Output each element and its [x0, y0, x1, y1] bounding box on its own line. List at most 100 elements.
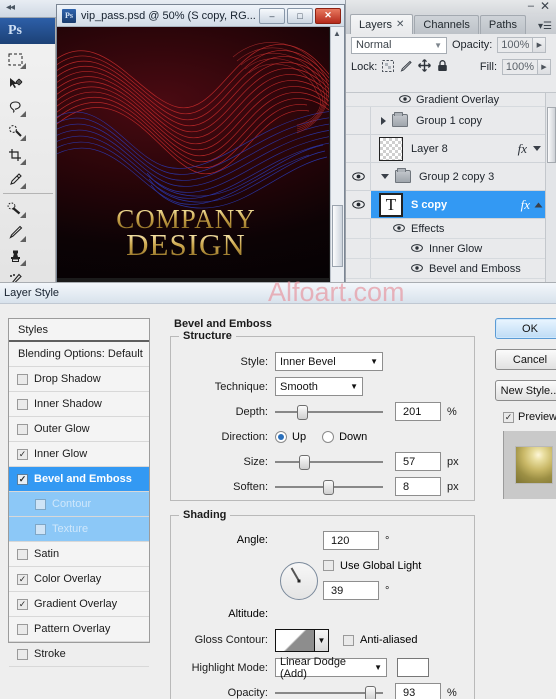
eye-icon[interactable]: [393, 223, 405, 235]
tab-channels[interactable]: Channels: [414, 15, 479, 34]
style-color-overlay[interactable]: Color Overlay: [9, 567, 149, 592]
style-stroke[interactable]: Stroke: [9, 642, 149, 667]
chevron-up-icon[interactable]: [534, 202, 543, 207]
fx-icon[interactable]: fx: [518, 141, 527, 157]
list-item[interactable]: Bevel and Emboss: [346, 259, 556, 279]
layer-visibility-toggle[interactable]: [346, 93, 371, 106]
cancel-button[interactable]: Cancel: [495, 349, 556, 370]
direction-down-radio[interactable]: [322, 430, 335, 443]
close-button[interactable]: ✕: [315, 7, 341, 24]
tab-paths[interactable]: Paths: [479, 15, 527, 34]
color-overlay-checkbox[interactable]: [17, 573, 28, 585]
angle-value[interactable]: 120: [323, 531, 379, 550]
maximize-button[interactable]: □: [287, 7, 313, 24]
style-contour[interactable]: Contour: [9, 492, 149, 517]
style-drop-shadow[interactable]: Drop Shadow: [9, 367, 149, 392]
global-light-row[interactable]: Use Global Light: [323, 553, 466, 578]
soften-slider[interactable]: [275, 478, 383, 496]
table-row-selected[interactable]: T S copy fx: [346, 191, 556, 219]
technique-select[interactable]: Smooth ▼: [275, 377, 363, 396]
spot-healing-brush-tool[interactable]: [2, 196, 28, 220]
eyedropper-tool[interactable]: [2, 167, 28, 191]
list-item[interactable]: Inner Glow: [346, 239, 556, 259]
layer-visibility-toggle[interactable]: [346, 107, 371, 134]
soften-value[interactable]: 8: [395, 477, 441, 496]
outer-glow-checkbox[interactable]: [17, 423, 28, 435]
eye-icon[interactable]: [411, 263, 423, 275]
stroke-checkbox[interactable]: [17, 648, 28, 660]
fx-icon[interactable]: fx: [521, 197, 530, 213]
size-slider[interactable]: [275, 453, 383, 471]
tab-layers[interactable]: Layers ✕: [350, 14, 414, 34]
new-style-button[interactable]: New Style...: [495, 380, 556, 401]
style-inner-glow[interactable]: Inner Glow: [9, 442, 149, 467]
panel-minimize-icon[interactable]: –: [528, 0, 534, 12]
rectangular-marquee-tool[interactable]: [2, 47, 28, 71]
highlight-opacity-value[interactable]: 93: [395, 683, 441, 699]
collapse-panels-icon[interactable]: ◂◂: [6, 2, 34, 16]
list-item[interactable]: Effects: [346, 219, 556, 239]
collapse-arrow-icon[interactable]: [381, 174, 389, 179]
lock-position-icon[interactable]: [418, 59, 432, 75]
styles-header[interactable]: Styles: [9, 319, 149, 342]
blend-mode-select[interactable]: Normal ▼: [351, 36, 447, 54]
style-texture[interactable]: Texture: [9, 517, 149, 542]
eye-icon[interactable]: [411, 243, 423, 255]
layer-visibility-toggle[interactable]: [346, 163, 371, 190]
opacity-value[interactable]: 100%: [497, 37, 534, 53]
slider-knob[interactable]: [297, 404, 308, 420]
style-gradient-overlay[interactable]: Gradient Overlay: [9, 592, 149, 617]
highlight-opacity-slider[interactable]: [275, 684, 383, 699]
gloss-contour-dropdown-icon[interactable]: ▼: [315, 628, 329, 652]
panel-close-icon[interactable]: ✕: [540, 0, 550, 13]
style-blending-options[interactable]: Blending Options: Default: [9, 342, 149, 367]
depth-value[interactable]: 201: [395, 402, 441, 421]
anti-aliased-checkbox[interactable]: [343, 634, 354, 646]
pattern-overlay-checkbox[interactable]: [17, 623, 28, 635]
chevron-down-icon[interactable]: [533, 146, 541, 151]
highlight-mode-select[interactable]: Linear Dodge (Add) ▼: [275, 656, 387, 680]
inner-shadow-checkbox[interactable]: [17, 398, 28, 410]
style-inner-shadow[interactable]: Inner Shadow: [9, 392, 149, 417]
bevel-style-select[interactable]: Inner Bevel ▼: [275, 352, 383, 371]
style-satin[interactable]: Satin: [9, 542, 149, 567]
size-value[interactable]: 57: [395, 452, 441, 471]
fill-stepper-icon[interactable]: ▶: [538, 59, 551, 75]
slider-knob[interactable]: [299, 454, 310, 470]
layers-scrollbar-thumb[interactable]: [547, 107, 556, 163]
altitude-value[interactable]: 39: [323, 581, 379, 600]
list-item[interactable]: Gradient Overlay: [346, 93, 556, 107]
scroll-up-arrow-icon[interactable]: ▲: [333, 29, 341, 38]
inner-glow-checkbox[interactable]: [17, 448, 28, 460]
highlight-color-swatch[interactable]: [397, 658, 429, 677]
preview-row[interactable]: Preview: [503, 411, 556, 423]
style-outer-glow[interactable]: Outer Glow: [9, 417, 149, 442]
slider-knob[interactable]: [365, 685, 376, 699]
ok-button[interactable]: OK: [495, 318, 556, 339]
lock-image-icon[interactable]: [400, 60, 413, 75]
satin-checkbox[interactable]: [17, 548, 28, 560]
tab-close-icon[interactable]: ✕: [396, 19, 404, 30]
crop-tool[interactable]: [2, 143, 28, 167]
panel-menu-icon[interactable]: ▾☰: [538, 22, 552, 32]
contour-checkbox[interactable]: [35, 498, 46, 510]
drop-shadow-checkbox[interactable]: [17, 373, 28, 385]
table-row[interactable]: Layer 8 fx: [346, 135, 556, 163]
quick-selection-tool[interactable]: [2, 119, 28, 143]
table-row[interactable]: Group 2 copy 3: [346, 163, 556, 191]
slider-knob[interactable]: [323, 479, 334, 495]
style-bevel-and-emboss[interactable]: Bevel and Emboss: [9, 467, 149, 492]
table-row[interactable]: Group 1 copy: [346, 107, 556, 135]
brush-tool[interactable]: [2, 220, 28, 244]
lasso-tool[interactable]: [2, 95, 28, 119]
canvas-area[interactable]: COMPANY DESIGN ▲: [57, 27, 344, 293]
clone-stamp-tool[interactable]: [2, 244, 28, 268]
angle-dial[interactable]: [280, 561, 318, 600]
lock-all-icon[interactable]: [437, 59, 448, 75]
lock-transparency-icon[interactable]: [382, 59, 395, 75]
gloss-contour-swatch[interactable]: [275, 628, 315, 652]
move-tool[interactable]: [2, 71, 28, 95]
use-global-light-checkbox[interactable]: [323, 560, 334, 571]
minimize-button[interactable]: –: [259, 7, 285, 24]
expand-arrow-icon[interactable]: [381, 116, 386, 125]
